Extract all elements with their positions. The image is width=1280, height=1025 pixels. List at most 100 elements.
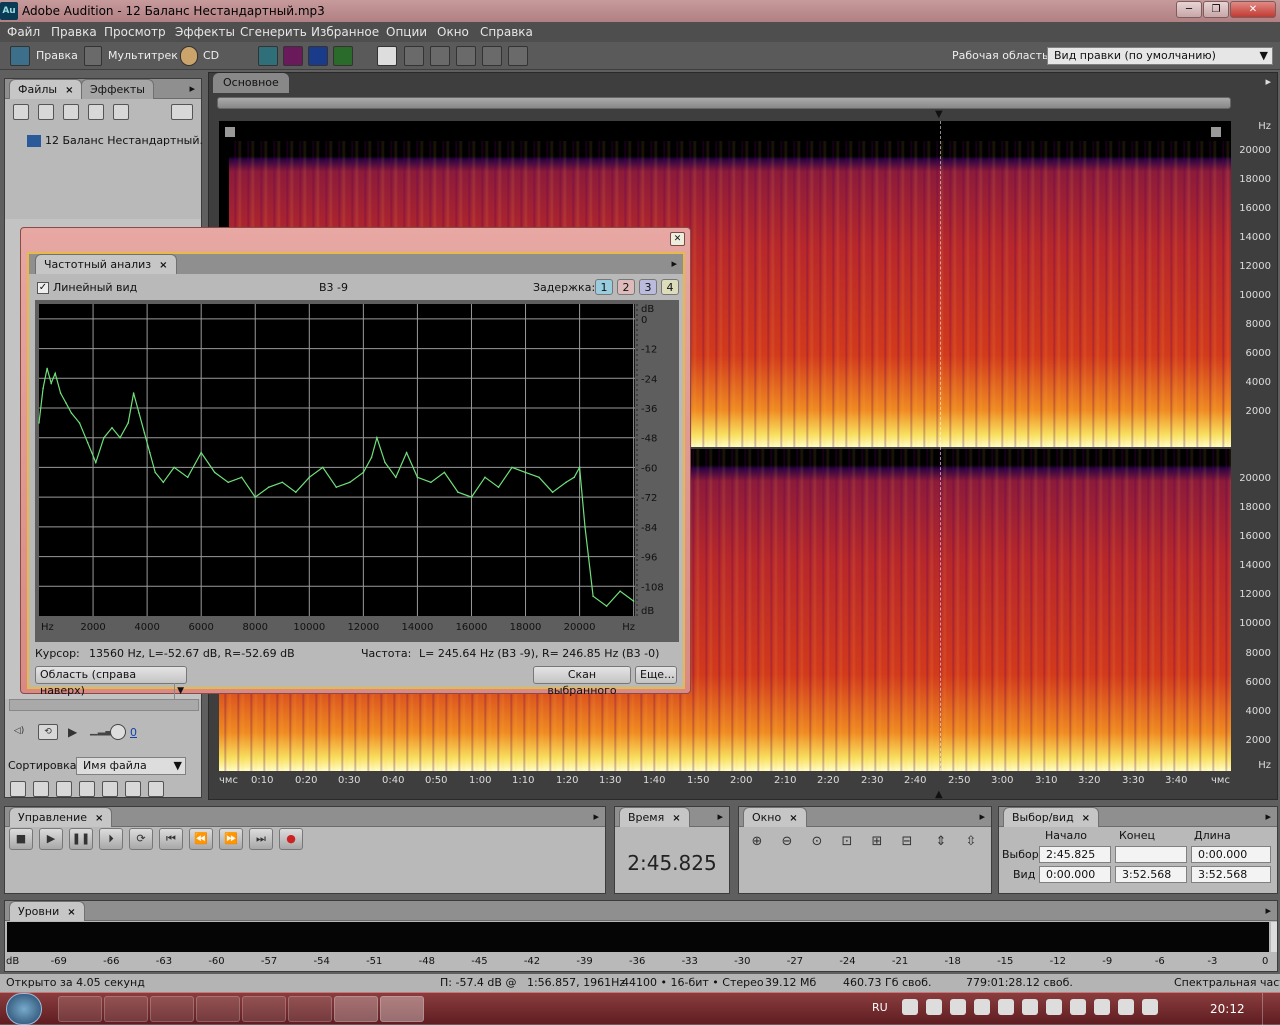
menu-file[interactable]: Файл [7,25,40,39]
tab-time[interactable]: Время × [619,807,690,827]
tab-transport[interactable]: Управление × [9,807,113,827]
show-properties-icon[interactable] [125,781,141,797]
show-cd-icon[interactable] [148,781,164,797]
tab-levels[interactable]: Уровни × [9,901,85,921]
view-start-field[interactable]: 0:00.000 [1039,866,1111,883]
close-file-icon[interactable] [38,104,54,120]
menu-window[interactable]: Окно [437,25,469,39]
zoom-out-vertical-icon[interactable]: ⇳ [963,835,979,851]
loop-icon[interactable]: ⟲ [38,724,58,740]
close-tab-icon[interactable]: × [672,813,680,824]
tray-icon[interactable] [1046,999,1062,1015]
panel-menu-icon[interactable]: ▸ [189,82,195,95]
minimize-icon[interactable]: ─ [1176,1,1202,18]
close-tab-icon[interactable]: × [67,907,75,918]
edit-view-icon[interactable] [10,46,30,66]
tray-icon[interactable] [950,999,966,1015]
spectral-view-icon[interactable] [283,46,303,66]
selection-end-field[interactable] [1115,846,1187,863]
more-button[interactable]: Еще... [635,666,677,684]
stop-icon[interactable]: ■ [9,828,33,850]
multitrack-icon[interactable] [84,46,102,66]
zoom-out-horizontal-icon[interactable]: ⊖ [779,835,795,851]
maximize-icon[interactable]: ❐ [1203,1,1229,18]
taskbar-clapper-icon[interactable] [196,996,240,1022]
files-scrollbar[interactable] [9,699,199,711]
panel-menu-icon[interactable]: ▸ [979,810,985,823]
record-icon[interactable]: ● [279,828,303,850]
zoom-navigator-bar[interactable] [217,97,1231,109]
time-ruler[interactable]: чмс 0:10 0:20 0:30 0:40 0:50 1:00 1:10 1… [219,775,1231,789]
playhead-marker-icon[interactable]: ▼ [935,109,943,120]
show-video-icon[interactable] [102,781,118,797]
hold-button-4[interactable]: 4 [661,279,679,295]
menu-effects[interactable]: Эффекты [175,25,235,39]
speaker-icon[interactable]: ◁) [11,724,27,740]
loop-play-icon[interactable]: ⟳ [129,828,153,850]
sort-dropdown[interactable]: Имя файла ▼ [76,757,186,775]
panel-menu-icon[interactable]: ▸ [717,810,723,823]
go-to-end-icon[interactable]: ⏭ [249,828,273,850]
tray-icon[interactable] [1070,999,1086,1015]
tray-icon[interactable] [926,999,942,1015]
lasso-tool-icon[interactable] [430,46,450,66]
play-from-cursor-icon[interactable]: ⏵ [99,828,123,850]
tab-zoom[interactable]: Окно × [743,807,807,827]
taskbar-torrent-icon[interactable] [288,996,332,1022]
tab-effects[interactable]: Эффекты [81,79,154,99]
zoom-in-horizontal-icon[interactable]: ⊕ [749,835,765,851]
edit-view-button[interactable]: Правка [36,45,78,67]
hold-button-1[interactable]: 1 [595,279,613,295]
show-audio-icon[interactable] [10,781,26,797]
panel-menu-icon[interactable]: ▸ [1265,75,1271,88]
rewind-icon[interactable]: ⏪ [189,828,213,850]
cd-button[interactable]: CD [203,45,219,67]
hold-button-3[interactable]: 3 [639,279,657,295]
tab-main[interactable]: Основное [213,73,289,93]
healing-tool-icon[interactable] [482,46,502,66]
panel-menu-icon[interactable]: ▸ [1265,810,1271,823]
show-desktop-button[interactable] [1262,993,1280,1025]
go-to-start-icon[interactable]: ⏮ [159,828,183,850]
close-icon[interactable]: ✕ [1230,1,1276,18]
flag-icon[interactable] [1118,999,1134,1015]
close-tab-icon[interactable]: × [1082,813,1090,824]
menu-options[interactable]: Опции [386,25,427,39]
clip-indicator[interactable] [1271,922,1277,952]
close-icon[interactable]: ✕ [670,232,685,246]
volume-value[interactable]: 0 [130,726,137,739]
panel-menu-icon[interactable]: ▸ [593,810,599,823]
tab-frequency-analysis[interactable]: Частотный анализ × [35,254,177,274]
import-file-icon[interactable] [13,104,29,120]
close-tab-icon[interactable]: × [159,260,167,271]
zoom-in-vertical-icon[interactable]: ⇕ [933,835,949,851]
fast-forward-icon[interactable]: ⏩ [219,828,243,850]
spectrum-chart[interactable]: Hz 2000 4000 6000 8000 10000 12000 14000 16000 18… [35,300,679,642]
taskbar-editor-icon[interactable] [242,996,286,1022]
close-tab-icon[interactable]: × [65,85,73,96]
selection-start-field[interactable]: 2:45.825 [1039,846,1111,863]
frequency-analysis-window[interactable]: ✕ Частотный анализ × ▸ ✓ Линейный вид B3 … [20,227,691,699]
start-button-icon[interactable] [6,993,42,1025]
autoplay-icon[interactable] [113,104,129,120]
close-tab-icon[interactable]: × [789,813,797,824]
panel-menu-icon[interactable]: ▸ [1265,904,1271,917]
show-midi-icon[interactable] [79,781,95,797]
play-icon[interactable]: ▶ [39,828,63,850]
tray-icon[interactable] [1022,999,1038,1015]
playhead-marker-icon[interactable]: ▲ [935,789,943,800]
taskbar-media-icon[interactable] [104,996,148,1022]
cd-icon[interactable] [180,46,198,66]
panel-menu-icon[interactable]: ▸ [671,257,677,270]
menu-help[interactable]: Справка [480,25,533,39]
close-tab-icon[interactable]: × [95,813,103,824]
spectral-pan-icon[interactable] [308,46,328,66]
taskbar-app-icon[interactable] [58,996,102,1022]
insert-cd-icon[interactable] [88,104,104,120]
language-indicator[interactable]: RU [872,1001,888,1014]
spectral-phase-icon[interactable] [333,46,353,66]
show-session-icon[interactable] [56,781,72,797]
taskbar-chrome-icon[interactable] [334,996,378,1022]
zoom-to-selection-icon[interactable]: ⊡ [839,835,855,851]
show-loop-icon[interactable] [33,781,49,797]
